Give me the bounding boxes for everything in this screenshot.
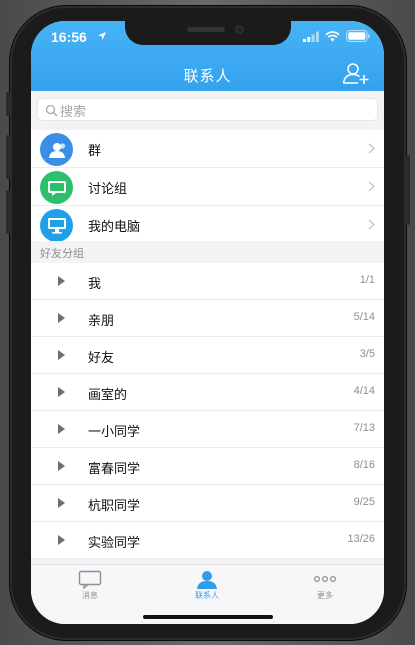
- more-icon: [313, 575, 337, 583]
- location-arrow-icon: [98, 32, 106, 40]
- tab-more[interactable]: 更多: [285, 570, 365, 610]
- expand-triangle-icon: [58, 535, 65, 545]
- wifi-icon: [325, 30, 340, 41]
- phone-screen: 16:56 联系人 搜索 群 讨论组 我的电脑 好友分组 我 1/1 亲朋 5/…: [31, 21, 384, 624]
- tab-contacts[interactable]: 联系人: [167, 570, 247, 610]
- mute-switch: [6, 92, 10, 116]
- speaker: [187, 27, 225, 32]
- search-placeholder: 搜索: [60, 105, 87, 120]
- status-icons: [303, 30, 370, 42]
- online-count: 1/1: [359, 274, 375, 286]
- section-header-friend-groups: 好友分组: [31, 241, 384, 263]
- signal-icon: [303, 31, 319, 42]
- status-time: 16:56: [51, 29, 87, 45]
- friend-group-row[interactable]: 好友 3/5: [31, 337, 384, 374]
- list-item-my-computer[interactable]: 我的电脑: [31, 206, 384, 243]
- contacts-icon: [197, 571, 217, 589]
- search-input[interactable]: 搜索: [37, 98, 378, 121]
- expand-triangle-icon: [58, 424, 65, 434]
- group-name: 富春同学: [88, 462, 141, 477]
- home-indicator[interactable]: [143, 615, 273, 619]
- chevron-right-icon: [368, 143, 375, 154]
- friend-group-row[interactable]: 一小同学 7/13: [31, 411, 384, 448]
- discussion-icon-glyph: [47, 180, 66, 196]
- tab-label: 更多: [317, 591, 333, 600]
- tab-messages[interactable]: 消息: [50, 570, 130, 610]
- power-button: [406, 155, 410, 225]
- expand-triangle-icon: [58, 387, 65, 397]
- online-count: 4/14: [353, 385, 375, 397]
- page-title: 联系人: [183, 67, 232, 85]
- friend-group-row[interactable]: 我 1/1: [31, 263, 384, 300]
- tab-label: 消息: [82, 591, 98, 600]
- chevron-right-icon: [368, 181, 375, 192]
- special-contacts-list: 群 讨论组 我的电脑: [31, 130, 384, 243]
- online-count: 8/16: [353, 459, 375, 471]
- expand-triangle-icon: [58, 276, 65, 286]
- friend-group-row[interactable]: 画室的 4/14: [31, 374, 384, 411]
- list-item-discussion[interactable]: 讨论组: [31, 168, 384, 206]
- message-icon: [78, 570, 102, 589]
- expand-triangle-icon: [58, 498, 65, 508]
- expand-triangle-icon: [58, 313, 65, 323]
- online-count: 7/13: [353, 422, 375, 434]
- section-title: 好友分组: [40, 247, 84, 260]
- group-icon-glyph: [48, 142, 65, 158]
- notch: [125, 21, 291, 45]
- online-count: 9/25: [353, 496, 375, 508]
- add-friend-icon[interactable]: [342, 61, 370, 85]
- friend-group-row[interactable]: 富春同学 8/16: [31, 448, 384, 485]
- computer-icon-glyph: [47, 218, 66, 234]
- group-name: 我: [88, 277, 102, 292]
- list-item-label: 我的电脑: [88, 220, 141, 235]
- friend-group-row[interactable]: 实验同学 13/26: [31, 522, 384, 559]
- volume-up-button: [6, 135, 10, 179]
- group-name: 一小同学: [88, 425, 141, 440]
- search-icon: [45, 104, 58, 117]
- friend-group-row[interactable]: 杭职同学 9/25: [31, 485, 384, 522]
- volume-down-button: [6, 190, 10, 234]
- expand-triangle-icon: [58, 350, 65, 360]
- online-count: 3/5: [359, 348, 375, 360]
- list-item-groups[interactable]: 群: [31, 130, 384, 168]
- group-name: 杭职同学: [88, 499, 141, 514]
- chevron-right-icon: [368, 219, 375, 230]
- search-bar: 搜索: [31, 91, 384, 129]
- group-name: 好友: [88, 351, 115, 366]
- friend-group-row[interactable]: 亲朋 5/14: [31, 300, 384, 337]
- front-camera: [235, 25, 244, 34]
- computer-icon: [40, 209, 73, 242]
- discussion-icon: [40, 171, 73, 204]
- list-item-label: 讨论组: [88, 182, 128, 197]
- group-name: 实验同学: [88, 536, 141, 551]
- expand-triangle-icon: [58, 461, 65, 471]
- online-count: 5/14: [353, 311, 375, 323]
- friend-group-list: 我 1/1 亲朋 5/14 好友 3/5 画室的 4/14 一小同学 7/13 …: [31, 263, 384, 559]
- group-icon: [40, 133, 73, 166]
- tab-label: 联系人: [195, 591, 219, 600]
- group-name: 亲朋: [88, 314, 115, 329]
- online-count: 13/26: [347, 533, 375, 545]
- list-item-label: 群: [88, 144, 102, 159]
- group-name: 画室的: [88, 388, 128, 403]
- battery-icon: [346, 30, 370, 42]
